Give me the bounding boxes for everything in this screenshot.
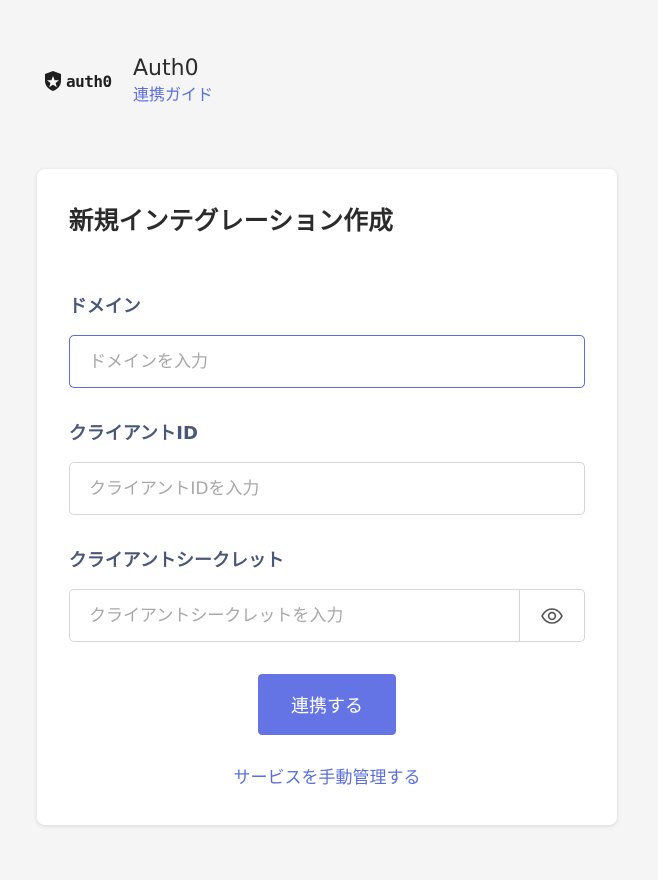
connect-button[interactable]: 連携する: [258, 674, 396, 735]
integration-guide-link[interactable]: 連携ガイド: [133, 84, 213, 106]
client-id-label: クライアントID: [69, 423, 198, 444]
client-secret-label: クライアントシークレット: [69, 550, 285, 571]
client-id-input[interactable]: [69, 462, 585, 515]
auth0-shield-icon: [45, 71, 61, 91]
logo-wordmark: auth0: [66, 71, 112, 91]
app-info: Auth0 連携ガイド: [133, 56, 213, 106]
eye-icon: [541, 607, 563, 624]
app-header: auth0 Auth0 連携ガイド: [44, 56, 213, 106]
domain-label: ドメイン: [69, 296, 141, 317]
domain-input[interactable]: [69, 335, 585, 388]
app-name: Auth0: [133, 56, 199, 81]
client-secret-input[interactable]: [70, 590, 519, 641]
form-title: 新規インテグレーション作成: [69, 206, 394, 235]
integration-form-card: 新規インテグレーション作成 ドメイン クライアントID クライアントシークレット…: [37, 169, 617, 825]
manual-management-link[interactable]: サービスを手動管理する: [37, 766, 617, 790]
client-secret-field: [69, 589, 585, 642]
toggle-secret-visibility-button[interactable]: [519, 590, 584, 641]
auth0-logo: auth0: [44, 67, 133, 95]
